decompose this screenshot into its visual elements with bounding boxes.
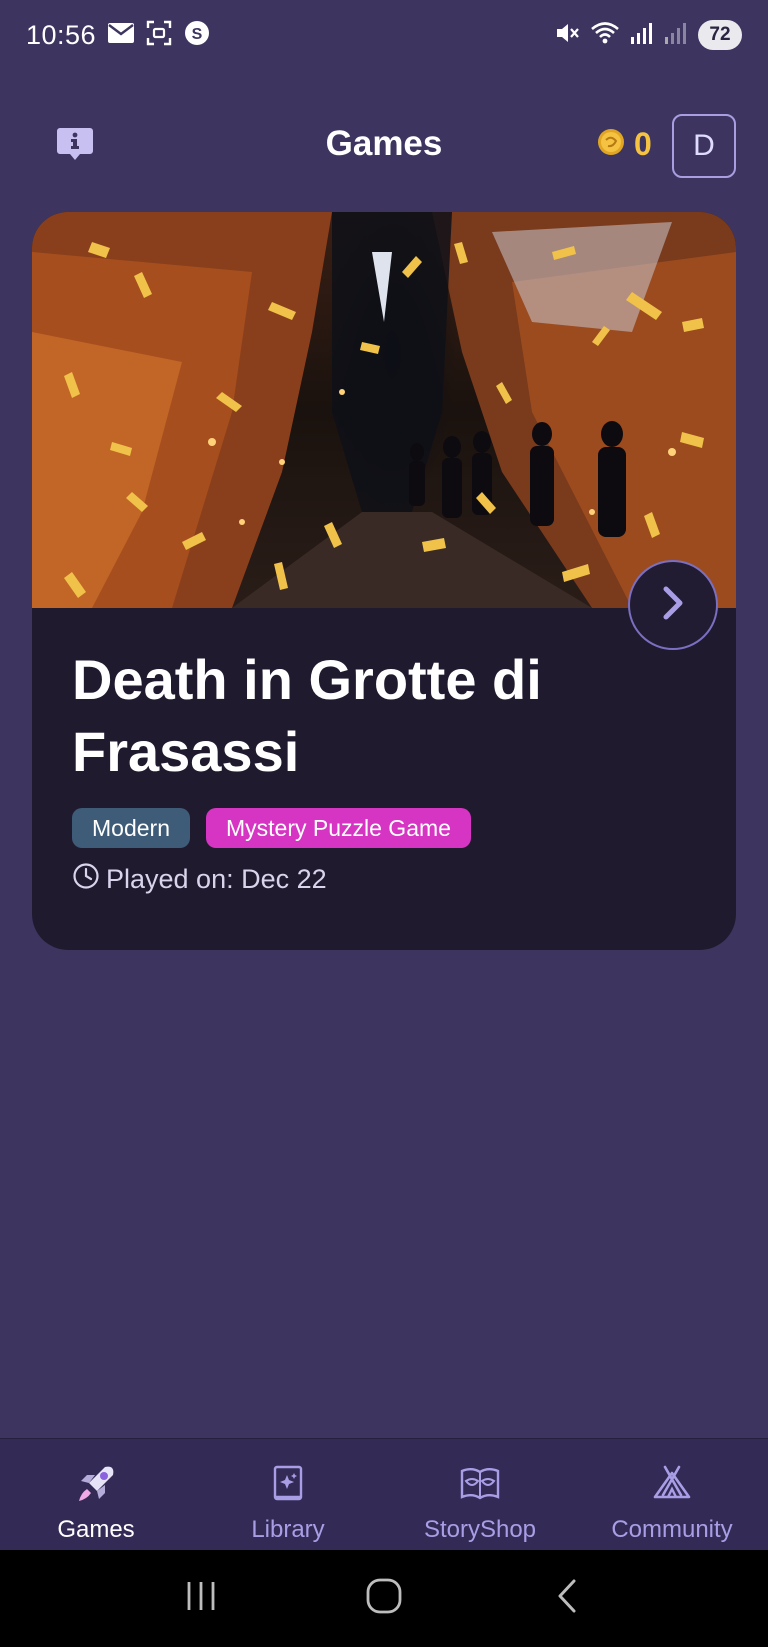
status-bar: 10:56 S 72	[0, 0, 768, 70]
home-icon	[365, 1577, 403, 1620]
status-left: 10:56 S	[26, 20, 210, 51]
nav-item-storyshop[interactable]: StoryShop	[384, 1439, 576, 1550]
game-tags: Modern Mystery Puzzle Game	[72, 808, 471, 848]
nav-item-games[interactable]: Games	[0, 1439, 192, 1550]
nav-label-library: Library	[251, 1516, 325, 1543]
wifi-icon	[590, 20, 620, 51]
chevron-right-icon	[658, 583, 688, 628]
page-title: Games	[325, 124, 443, 163]
system-nav-bar	[0, 1550, 768, 1647]
mail-icon	[108, 22, 135, 48]
signal-icon	[630, 21, 654, 50]
recent-apps-icon	[184, 1579, 218, 1618]
tag-genre: Mystery Puzzle Game	[205, 808, 471, 848]
nav-label-games: Games	[57, 1516, 135, 1543]
clock-icon	[72, 862, 100, 897]
status-time: 10:56	[26, 19, 97, 50]
signal-weak-icon	[664, 21, 688, 50]
rocket-icon	[75, 1463, 117, 1510]
nav-item-community[interactable]: Community	[576, 1439, 768, 1550]
mute-icon	[554, 20, 580, 51]
recent-apps-button[interactable]	[171, 1569, 231, 1629]
back-button[interactable]	[537, 1569, 597, 1629]
coin-icon	[596, 127, 626, 162]
app-header: Games 0 D	[0, 108, 768, 180]
s-app-icon: S	[184, 20, 210, 51]
svg-text:S: S	[192, 26, 203, 43]
avatar[interactable]: D	[672, 114, 736, 178]
played-on-text: Played on: Dec 22	[106, 864, 327, 894]
game-card[interactable]: Death in Grotte di Frasassi Modern Myste…	[32, 212, 736, 950]
tag-era: Modern	[72, 808, 190, 848]
nav-item-library[interactable]: Library	[192, 1439, 384, 1550]
open-game-button[interactable]	[628, 560, 718, 650]
game-title: Death in Grotte di Frasassi	[72, 648, 542, 783]
battery-indicator: 72	[698, 20, 742, 50]
nav-label-community: Community	[611, 1516, 733, 1543]
book-sparkle-icon	[267, 1463, 309, 1510]
open-book-mask-icon	[458, 1463, 502, 1510]
coin-balance[interactable]: 0	[596, 124, 652, 164]
bottom-nav: Games Library StoryShop Community	[0, 1438, 768, 1550]
game-cover-image	[32, 212, 736, 608]
home-button[interactable]	[354, 1569, 414, 1629]
status-right: 72	[554, 20, 742, 51]
tent-icon	[651, 1463, 693, 1510]
nav-label-storyshop: StoryShop	[423, 1516, 537, 1543]
back-chevron-icon	[552, 1578, 582, 1619]
coin-count: 0	[634, 125, 652, 162]
played-on: Played on: Dec 22	[72, 862, 327, 897]
screenshot-icon	[146, 20, 172, 51]
